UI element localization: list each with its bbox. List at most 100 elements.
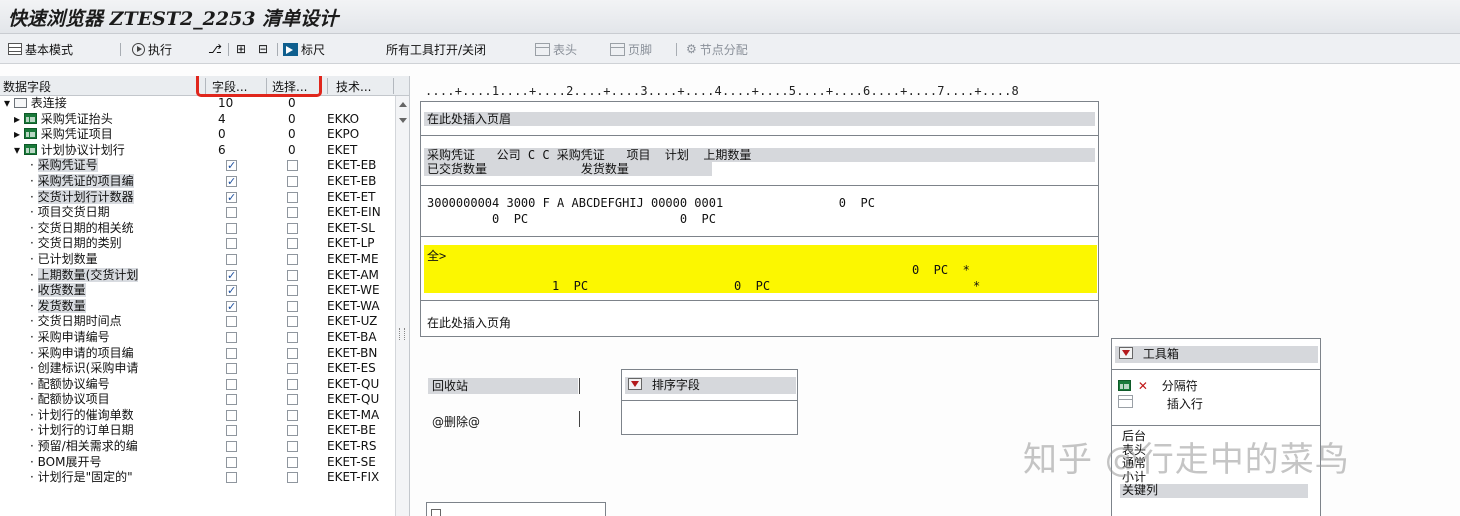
select-checkbox[interactable] bbox=[287, 425, 298, 437]
field-checkbox[interactable] bbox=[226, 331, 237, 343]
field-row[interactable]: · 项目交货日期 EKET-EIN bbox=[0, 205, 395, 221]
field-row[interactable]: · BOM展开号 EKET-SE bbox=[0, 455, 395, 471]
select-checkbox[interactable] bbox=[287, 253, 298, 265]
expand-arrow-icon[interactable]: ▾ bbox=[4, 96, 10, 110]
field-row[interactable]: · 计划行的订单日期 EKET-BE bbox=[0, 423, 395, 439]
data-line-1[interactable]: 3000000004 3000 F A ABCDEFGHIJ 00000 000… bbox=[427, 196, 875, 210]
column-header-line-1[interactable]: 采购凭证 公司 C C 采购凭证 项目 计划 上期数量 bbox=[424, 148, 1095, 162]
field-row[interactable]: · 配额协议项目 EKET-QU bbox=[0, 392, 395, 408]
select-checkbox[interactable] bbox=[287, 456, 298, 468]
expand-arrow-icon[interactable]: ▸ bbox=[14, 112, 20, 126]
list-layout-area[interactable]: 在此处插入页眉 采购凭证 公司 C C 采购凭证 项目 计划 上期数量 已交货数… bbox=[420, 101, 1099, 337]
select-checkbox[interactable] bbox=[287, 472, 298, 484]
field-checkbox[interactable] bbox=[226, 441, 237, 453]
recycle-bin[interactable]: 回收站 @删除@ bbox=[425, 378, 580, 429]
field-tree[interactable]: ▾ 表连接 10 0 ▸ 采购凭证抬头 4 0 EKKO ▸ 采购凭证项目 0 0 EKPO ▾ 计划… bbox=[0, 96, 395, 486]
field-row[interactable]: · 计划行的催询单数 EKET-MA bbox=[0, 408, 395, 424]
field-checkbox[interactable] bbox=[226, 190, 237, 205]
field-checkbox[interactable] bbox=[226, 158, 237, 173]
field-row[interactable]: ▸ 采购凭证抬头 4 0 EKKO bbox=[0, 112, 395, 128]
select-checkbox[interactable] bbox=[287, 269, 298, 281]
column-header-line-2[interactable]: 已交货数量 发货数量 bbox=[424, 162, 712, 176]
column-header-data-field[interactable]: 数据字段 bbox=[3, 78, 51, 94]
scroll-grip-icon[interactable] bbox=[399, 328, 405, 340]
select-checkbox[interactable] bbox=[287, 300, 298, 312]
toolbox-separator-item[interactable]: ✕ 分隔符 bbox=[1118, 379, 1198, 394]
column-separator[interactable] bbox=[327, 78, 328, 94]
select-checkbox[interactable] bbox=[287, 441, 298, 453]
select-checkbox[interactable] bbox=[287, 409, 298, 421]
field-row[interactable]: · 发货数量 EKET-WA bbox=[0, 298, 395, 315]
select-checkbox[interactable] bbox=[287, 222, 298, 234]
field-checkbox[interactable] bbox=[226, 409, 237, 421]
scroll-up-icon[interactable] bbox=[399, 102, 407, 107]
field-row[interactable]: · 创建标识(采购申请 EKET-ES bbox=[0, 361, 395, 377]
header-button[interactable]: 表头 bbox=[535, 40, 577, 58]
field-checkbox[interactable] bbox=[226, 268, 237, 283]
field-row[interactable]: · 收货数量 EKET-WE bbox=[0, 283, 395, 299]
field-row[interactable]: · 采购凭证号 EKET-EB bbox=[0, 158, 395, 174]
field-checkbox[interactable] bbox=[226, 316, 237, 328]
page-footer-band[interactable]: 在此处插入页角 bbox=[427, 314, 511, 331]
basic-mode-button[interactable]: 基本模式 bbox=[8, 40, 73, 58]
field-checkbox[interactable] bbox=[226, 238, 237, 250]
field-checkbox[interactable] bbox=[226, 299, 237, 314]
field-row[interactable]: · 已计划数量 EKET-ME bbox=[0, 252, 395, 268]
select-checkbox[interactable] bbox=[287, 363, 298, 375]
scroll-down-icon[interactable] bbox=[399, 118, 407, 123]
field-row[interactable]: ▸ 采购凭证项目 0 0 EKPO bbox=[0, 127, 395, 143]
recycle-bin-item[interactable]: @删除@ bbox=[432, 413, 480, 430]
field-checkbox[interactable] bbox=[226, 347, 237, 359]
select-checkbox[interactable] bbox=[287, 316, 298, 328]
field-row[interactable]: · 交货日期的类别 EKET-LP bbox=[0, 236, 395, 252]
field-row[interactable]: · 交货日期时间点 EKET-UZ bbox=[0, 314, 395, 330]
tree-icon-button[interactable]: ⎇ bbox=[208, 40, 222, 58]
field-row[interactable]: · 预留/相关需求的编 EKET-RS bbox=[0, 439, 395, 455]
toggle-all-tools-button[interactable]: 所有工具打开/关闭 bbox=[386, 40, 486, 58]
field-checkbox[interactable] bbox=[226, 394, 237, 406]
total-band[interactable]: 全> 0 PC * 1 PC 0 PC * bbox=[424, 245, 1097, 293]
column-header-tech[interactable]: 技术... bbox=[336, 78, 371, 94]
field-checkbox[interactable] bbox=[226, 456, 237, 468]
field-row[interactable]: · 配额协议编号 EKET-QU bbox=[0, 377, 395, 393]
field-row[interactable]: · 上期数量(交货计划 EKET-AM bbox=[0, 267, 395, 284]
select-checkbox[interactable] bbox=[287, 207, 298, 219]
select-checkbox[interactable] bbox=[287, 175, 298, 187]
ruler-button[interactable]: 标尺 bbox=[283, 40, 325, 58]
page-header-band[interactable]: 在此处插入页眉 bbox=[424, 112, 1095, 126]
field-row[interactable]: · 采购凭证的项目编 EKET-EB bbox=[0, 173, 395, 190]
toolbox-insert-line-item[interactable]: 插入行 bbox=[1118, 395, 1203, 412]
field-checkbox[interactable] bbox=[226, 222, 237, 234]
select-checkbox[interactable] bbox=[287, 331, 298, 343]
expand-arrow-icon[interactable]: ▾ bbox=[14, 143, 20, 157]
find-next-button[interactable]: ⊟ bbox=[258, 40, 268, 58]
field-checkbox[interactable] bbox=[226, 283, 237, 298]
select-checkbox[interactable] bbox=[287, 347, 298, 359]
field-checkbox[interactable] bbox=[226, 174, 237, 189]
field-checkbox[interactable] bbox=[226, 363, 237, 375]
field-row[interactable]: · 计划行是"固定的" EKET-FIX bbox=[0, 470, 395, 486]
select-checkbox[interactable] bbox=[287, 160, 298, 172]
select-checkbox[interactable] bbox=[287, 238, 298, 250]
expand-arrow-icon[interactable]: ▸ bbox=[14, 127, 20, 141]
field-checkbox[interactable] bbox=[226, 207, 237, 219]
field-row[interactable]: ▾ 计划协议计划行 6 0 EKET bbox=[0, 143, 395, 159]
field-row[interactable]: · 交货计划行计数器 EKET-ET bbox=[0, 189, 395, 206]
select-checkbox[interactable] bbox=[287, 285, 298, 297]
footer-button[interactable]: 页脚 bbox=[610, 40, 652, 58]
toolbox-list-item-selected[interactable]: 关键列 bbox=[1120, 483, 1308, 498]
field-row[interactable]: · 采购申请编号 EKET-BA bbox=[0, 330, 395, 346]
data-line-2[interactable]: 0 PC 0 PC bbox=[427, 212, 716, 226]
select-checkbox[interactable] bbox=[287, 394, 298, 406]
select-checkbox[interactable] bbox=[287, 378, 298, 390]
select-checkbox[interactable] bbox=[287, 191, 298, 203]
partial-box[interactable] bbox=[426, 502, 606, 516]
sort-fields-box[interactable]: 排序字段 bbox=[621, 369, 798, 435]
execute-button[interactable]: 执行 bbox=[132, 40, 172, 58]
field-row[interactable]: · 交货日期的相关统 EKET-SL bbox=[0, 221, 395, 237]
column-separator[interactable] bbox=[393, 78, 394, 94]
field-checkbox[interactable] bbox=[226, 425, 237, 437]
find-button[interactable]: ⊞ bbox=[236, 40, 246, 58]
field-panel-scrollbar[interactable] bbox=[395, 96, 409, 516]
field-checkbox[interactable] bbox=[226, 472, 237, 484]
